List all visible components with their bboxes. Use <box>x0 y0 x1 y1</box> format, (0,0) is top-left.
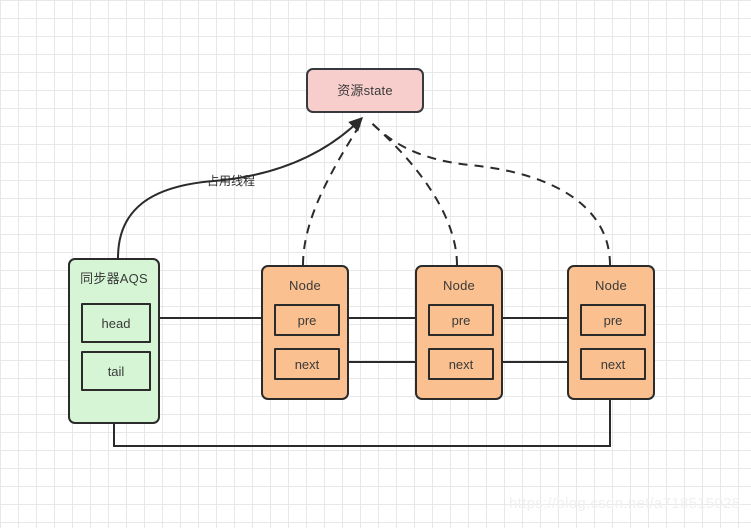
node-2-field-next-label: next <box>448 356 474 372</box>
node-1-field-pre[interactable]: pre <box>274 304 340 336</box>
aqs-field-head-label: head <box>101 315 131 331</box>
node-3-field-pre-label: pre <box>603 312 623 328</box>
aqs-field-head[interactable]: head <box>81 303 151 343</box>
node-2-field-pre[interactable]: pre <box>428 304 494 336</box>
node-3-field-next[interactable]: next <box>580 348 646 380</box>
node-box-2[interactable]: Node pre next <box>415 265 503 400</box>
node-box-3[interactable]: Node pre next <box>567 265 655 400</box>
watermark-text: https://blog.csdn.net/a718515028 <box>509 495 741 512</box>
aqs-box[interactable]: 同步器AQS head tail <box>68 258 160 424</box>
node-3-field-pre[interactable]: pre <box>580 304 646 336</box>
node-1-field-pre-label: pre <box>297 312 317 328</box>
edge-tail-to-node3-next <box>113 383 617 447</box>
node-title-1: Node <box>289 278 321 293</box>
node-box-1[interactable]: Node pre next <box>261 265 349 400</box>
aqs-title: 同步器AQS <box>80 271 148 286</box>
edge-node3-to-state <box>368 119 611 266</box>
node-1-field-next[interactable]: next <box>274 348 340 380</box>
aqs-field-tail-label: tail <box>107 363 125 379</box>
aqs-field-tail[interactable]: tail <box>81 351 151 391</box>
node-2-field-pre-label: pre <box>451 312 471 328</box>
node-3-field-next-label: next <box>600 356 626 372</box>
edge-label-hold-thread: 占用线程 <box>207 174 256 188</box>
edge-node2-to-state <box>367 119 458 266</box>
node-title-3: Node <box>595 278 627 293</box>
node-title-2: Node <box>443 278 475 293</box>
resource-state-box[interactable]: 资源state <box>306 68 424 113</box>
resource-state-label: 资源state <box>337 83 393 98</box>
node-1-field-next-label: next <box>294 356 320 372</box>
edge-node1-to-state <box>302 119 364 266</box>
diagram-canvas: 资源state 同步器AQS head tail Node pre next N… <box>0 0 751 528</box>
node-2-field-next[interactable]: next <box>428 348 494 380</box>
